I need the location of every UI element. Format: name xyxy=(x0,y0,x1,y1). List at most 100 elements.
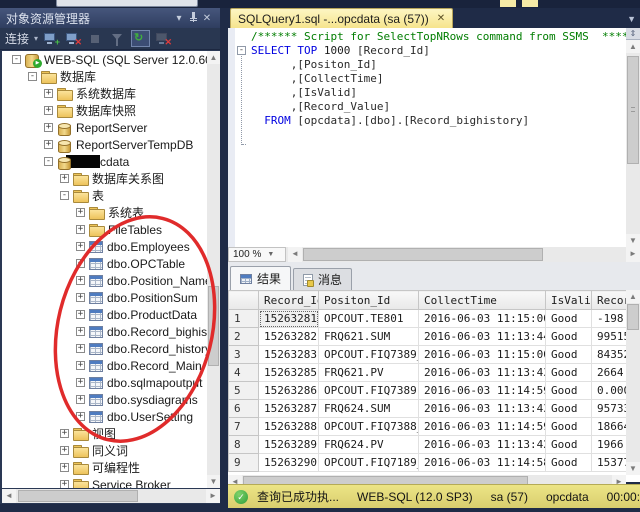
query-tab[interactable]: SQLQuery1.sql -...opcdata (sa (57)) ✕ xyxy=(230,8,453,28)
tree-item-dbo-sysdiagrams[interactable]: +dbo.sysdiagrams xyxy=(2,391,207,408)
tree-item-cdata[interactable]: -cdata xyxy=(2,153,207,170)
grid-cell[interactable]: FRQ621.PV xyxy=(319,364,419,382)
collapse-icon[interactable]: - xyxy=(60,191,69,200)
grid-cell[interactable]: 15263283 xyxy=(259,346,319,364)
table-row[interactable]: 915263290OPCOUT.FIQ7189_LJ2016-06-03 11:… xyxy=(229,454,640,472)
tree-item-web-sql-sql-server-12-0-6024-[interactable]: -WEB-SQL (SQL Server 12.0.6024. xyxy=(2,51,207,68)
grid-cell[interactable]: FRQ621.SUM xyxy=(319,328,419,346)
tree-item-dbo-record-main[interactable]: +dbo.Record_Main xyxy=(2,357,207,374)
tree-item-reportservertempdb[interactable]: +ReportServerTempDB xyxy=(2,136,207,153)
expand-icon[interactable]: + xyxy=(76,310,85,319)
tree-item-dbo-employees[interactable]: +dbo.Employees xyxy=(2,238,207,255)
tree-item--[interactable]: +同义词 xyxy=(2,442,207,459)
grid-vertical-scrollbar[interactable]: ▲ ▼ xyxy=(626,290,640,475)
scrollbar-thumb[interactable] xyxy=(627,304,639,330)
code-line[interactable]: FROM [opcdata].[dbo].[Record_bighistory] xyxy=(251,114,640,128)
grid-cell[interactable]: 15263281 xyxy=(259,310,319,328)
expand-icon[interactable]: + xyxy=(76,225,85,234)
tree-item-dbo-usersetting[interactable]: +dbo.UserSetting xyxy=(2,408,207,425)
tree-item-dbo-position-name[interactable]: +dbo.Position_Name xyxy=(2,272,207,289)
grid-cell[interactable]: 2016-06-03 11:15:00.000 xyxy=(419,310,546,328)
scroll-right-icon[interactable]: ► xyxy=(206,489,220,503)
row-number[interactable]: 9 xyxy=(229,454,259,472)
scroll-down-icon[interactable]: ▼ xyxy=(626,234,640,247)
tab-results[interactable]: 结果 xyxy=(230,266,291,290)
code-fold-collapse-icon[interactable]: - xyxy=(237,46,246,55)
column-header-positon_id[interactable]: Positon_Id xyxy=(319,291,419,310)
scrollbar-thumb[interactable] xyxy=(18,490,138,502)
expand-icon[interactable]: + xyxy=(76,242,85,251)
tree-item--[interactable]: +系统数据库 xyxy=(2,85,207,102)
row-number[interactable]: 2 xyxy=(229,328,259,346)
tree-item-dbo-record-bighistory[interactable]: +dbo.Record_bighistory xyxy=(2,323,207,340)
expand-icon[interactable]: + xyxy=(76,395,85,404)
close-icon[interactable]: ✕ xyxy=(200,13,214,24)
column-header-collecttime[interactable]: CollectTime xyxy=(419,291,546,310)
tree-item-filetables[interactable]: +FileTables xyxy=(2,221,207,238)
scroll-right-icon[interactable]: ► xyxy=(626,247,640,262)
tree-item-dbo-record-history[interactable]: +dbo.Record_history xyxy=(2,340,207,357)
tree-item-dbo-productdata[interactable]: +dbo.ProductData xyxy=(2,306,207,323)
tree-item--[interactable]: +视图 xyxy=(2,425,207,442)
tree-item-reportserver[interactable]: +ReportServer xyxy=(2,119,207,136)
table-row[interactable]: 315263283OPCOUT.FIQ7389_LJ2016-06-03 11:… xyxy=(229,346,640,364)
table-row[interactable]: 115263281OPCOUT.TE8012016-06-03 11:15:00… xyxy=(229,310,640,328)
code-line[interactable]: ,[Positon_Id] xyxy=(251,58,640,72)
collapse-icon[interactable]: - xyxy=(28,72,37,81)
scroll-down-icon[interactable]: ▼ xyxy=(207,475,220,488)
tree-item--[interactable]: +数据库快照 xyxy=(2,102,207,119)
grid-cell[interactable]: OPCOUT.FIQ7189_LJ xyxy=(319,454,419,472)
split-editor-handle[interactable]: ⇕ xyxy=(626,28,640,40)
grid-cell[interactable]: Good xyxy=(546,436,592,454)
editor-vertical-scrollbar[interactable]: ⇕ ▲ ▼ xyxy=(626,28,640,247)
expand-icon[interactable]: + xyxy=(76,361,85,370)
grid-cell[interactable]: 15263286 xyxy=(259,382,319,400)
scroll-left-icon[interactable]: ◄ xyxy=(2,489,16,503)
tree-item-dbo-positionsum[interactable]: +dbo.PositionSum xyxy=(2,289,207,306)
expand-icon[interactable]: + xyxy=(60,174,69,183)
tree-item-dbo-opctable[interactable]: +dbo.OPCTable xyxy=(2,255,207,272)
row-number[interactable]: 5 xyxy=(229,382,259,400)
column-header-record_id[interactable]: Record_Id xyxy=(259,291,319,310)
tree-item-service-broker[interactable]: +Service Broker xyxy=(2,476,207,488)
connect-button[interactable]: 连接 xyxy=(5,30,29,47)
expand-icon[interactable]: + xyxy=(76,293,85,302)
row-number[interactable]: 1 xyxy=(229,310,259,328)
tree-item--[interactable]: +可编程性 xyxy=(2,459,207,476)
grid-cell[interactable]: 2016-06-03 11:14:59.000 xyxy=(419,382,546,400)
scroll-left-icon[interactable]: ◄ xyxy=(288,247,302,262)
expand-icon[interactable]: + xyxy=(60,480,69,488)
table-row[interactable]: 715263288OPCOUT.FIQ7388_LJ2016-06-03 11:… xyxy=(229,418,640,436)
grid-cell[interactable]: OPCOUT.FIQ7389_LJ xyxy=(319,346,419,364)
tab-messages[interactable]: 消息 xyxy=(293,268,352,290)
grid-cell[interactable]: 15263288 xyxy=(259,418,319,436)
grid-cell[interactable]: Good xyxy=(546,382,592,400)
column-header-isvalid[interactable]: IsValid xyxy=(546,291,592,310)
tree-vertical-scrollbar[interactable]: ▲ ▼ xyxy=(207,51,220,488)
grid-cell[interactable]: 2016-06-03 11:13:42.000 xyxy=(419,436,546,454)
code-line[interactable]: ,[IsValid] xyxy=(251,86,640,100)
sql-code[interactable]: /****** Script for SelectTopNRows comman… xyxy=(251,30,640,128)
scroll-down-icon[interactable]: ▼ xyxy=(626,462,640,475)
table-row[interactable]: 615263287FRQ624.SUM2016-06-03 11:13:43.0… xyxy=(229,400,640,418)
scrollbar-thumb[interactable] xyxy=(208,286,219,366)
tree-horizontal-scrollbar[interactable]: ◄ ► xyxy=(2,489,220,503)
scroll-up-icon[interactable]: ▲ xyxy=(207,51,220,64)
row-number[interactable]: 4 xyxy=(229,364,259,382)
grid-cell[interactable]: 2016-06-03 11:13:43.000 xyxy=(419,364,546,382)
grid-cell[interactable]: OPCOUT.FIQ7388_LJ xyxy=(319,418,419,436)
grid-cell[interactable]: Good xyxy=(546,310,592,328)
expand-icon[interactable]: + xyxy=(44,89,53,98)
expand-icon[interactable]: + xyxy=(76,208,85,217)
error-server-icon[interactable]: ✕ xyxy=(155,31,172,46)
grid-cell[interactable]: FRQ624.PV xyxy=(319,436,419,454)
table-row[interactable]: 215263282FRQ621.SUM2016-06-03 11:13:44.0… xyxy=(229,328,640,346)
tree-item--[interactable]: +数据库关系图 xyxy=(2,170,207,187)
expand-icon[interactable]: + xyxy=(44,123,53,132)
scrollbar-thumb[interactable] xyxy=(627,56,639,164)
code-line[interactable]: SELECT TOP 1000 [Record_Id] xyxy=(251,44,640,58)
connect-server-icon[interactable]: + xyxy=(43,31,60,46)
scroll-up-icon[interactable]: ▲ xyxy=(626,290,640,303)
expand-icon[interactable]: + xyxy=(60,463,69,472)
grid-cell[interactable]: Good xyxy=(546,364,592,382)
